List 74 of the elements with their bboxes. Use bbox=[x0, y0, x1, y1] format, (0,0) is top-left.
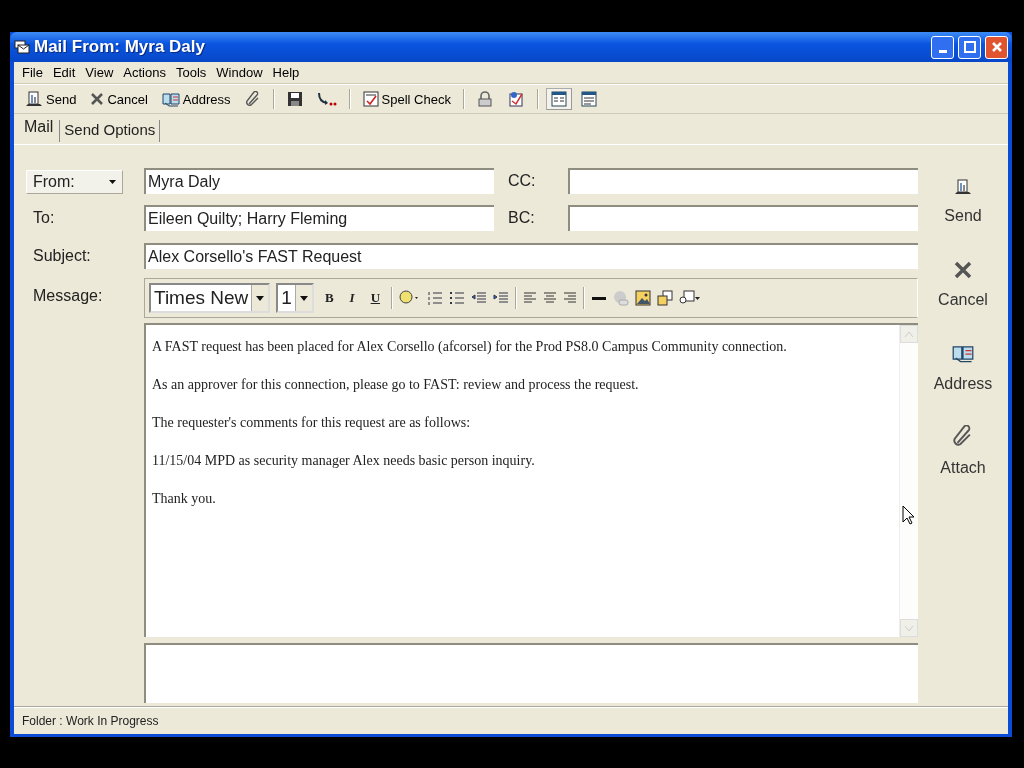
menu-item[interactable]: Window bbox=[211, 64, 268, 81]
message-paragraph: As an approver for this connection, please go to FAST: review and process the request. bbox=[152, 377, 640, 394]
align-right-icon[interactable] bbox=[563, 291, 577, 306]
close-icon bbox=[990, 41, 1003, 53]
menu-item[interactable]: File bbox=[17, 64, 48, 81]
align-left-icon[interactable] bbox=[523, 291, 537, 306]
action-button[interactable]: Send bbox=[940, 175, 986, 247]
message-paragraph: A FAST request has been placed for Alex Corsello (afcorsel) for the Prod PS8.0 Campus Community connection. bbox=[152, 339, 788, 356]
message-paragraph: 11/15/04 MPD as security manager Alex needs basic person inquiry. bbox=[152, 453, 536, 470]
field-label: CC: bbox=[508, 170, 537, 191]
action-button[interactable]: Address bbox=[929, 339, 997, 411]
message-editor[interactable] bbox=[144, 323, 918, 638]
emoticon-icon[interactable] bbox=[399, 290, 421, 307]
status-text: Folder : Work In Progress bbox=[22, 713, 159, 728]
tab[interactable]: Mail bbox=[18, 116, 60, 144]
subject-field[interactable]: Alex Corsello's FAST Request bbox=[144, 243, 918, 270]
menu-item[interactable]: Tools bbox=[170, 64, 212, 81]
document-view-icon bbox=[580, 91, 597, 107]
bc-field[interactable] bbox=[568, 205, 918, 232]
menu-item[interactable]: Help bbox=[267, 64, 305, 81]
align-center-icon[interactable] bbox=[543, 291, 557, 306]
mouse-cursor-icon bbox=[902, 505, 915, 525]
layered-images-icon[interactable] bbox=[657, 290, 673, 307]
spell-check-icon bbox=[362, 91, 379, 107]
from-field[interactable]: Myra Daly bbox=[144, 167, 494, 194]
certificate-icon bbox=[506, 91, 525, 107]
save-icon bbox=[286, 91, 303, 107]
field-label: Subject: bbox=[32, 246, 92, 267]
maximize-button[interactable] bbox=[958, 35, 981, 59]
arrow-dots-icon bbox=[316, 91, 337, 107]
maximize-icon bbox=[963, 41, 976, 53]
send-icon bbox=[954, 179, 972, 195]
toolbar-button[interactable]: Address bbox=[156, 88, 236, 110]
paperclip-icon bbox=[244, 91, 261, 107]
form-view-icon bbox=[550, 91, 567, 107]
minimize-button[interactable] bbox=[931, 35, 954, 59]
close-button[interactable] bbox=[985, 35, 1008, 59]
x-icon bbox=[90, 92, 105, 106]
padlock-icon bbox=[476, 91, 493, 107]
address-book-icon bbox=[161, 91, 180, 107]
bullet-list-icon[interactable] bbox=[449, 290, 465, 307]
format-button[interactable]: B bbox=[319, 290, 339, 307]
toolbar-button[interactable]: Send bbox=[20, 88, 82, 110]
toolbar-button[interactable]: Spell Check bbox=[357, 88, 456, 110]
format-button[interactable]: U bbox=[365, 290, 385, 307]
dropdown-arrow-icon bbox=[109, 179, 116, 184]
action-button[interactable]: Attach bbox=[936, 421, 990, 493]
menu-item[interactable]: View bbox=[80, 64, 119, 81]
menu-item[interactable]: Actions bbox=[118, 64, 171, 81]
font-combo[interactable]: Times New bbox=[149, 283, 271, 314]
image-icon[interactable] bbox=[635, 290, 651, 307]
message-paragraph: Thank you. bbox=[152, 491, 217, 508]
insert-object-icon[interactable] bbox=[679, 290, 701, 307]
numbered-list-icon[interactable] bbox=[427, 290, 443, 307]
to-field[interactable]: Eileen Quilty; Harry Fleming bbox=[144, 205, 494, 232]
field-label: BC: bbox=[508, 208, 536, 229]
size-combo[interactable]: 1 bbox=[276, 283, 314, 314]
x-icon bbox=[953, 261, 973, 279]
minimize-icon bbox=[938, 49, 947, 53]
toolbar-button[interactable]: Cancel bbox=[85, 88, 153, 110]
action-button[interactable]: Cancel bbox=[934, 257, 992, 329]
send-icon bbox=[25, 91, 43, 107]
field-label: To: bbox=[32, 208, 56, 229]
cc-field[interactable] bbox=[568, 167, 918, 194]
from-dropdown[interactable]: From: bbox=[26, 169, 123, 194]
menu-item[interactable]: Edit bbox=[47, 64, 81, 81]
field-label: Message: bbox=[32, 286, 104, 307]
mail-icon bbox=[14, 40, 30, 54]
message-paragraph: The requester's comments for this request are as follows: bbox=[152, 415, 472, 432]
window-title: Mail From: Myra Daly bbox=[34, 37, 206, 57]
toolbar-toggle[interactable] bbox=[545, 88, 572, 110]
address-book-icon bbox=[952, 343, 974, 363]
format-button[interactable]: I bbox=[344, 290, 360, 307]
tab[interactable]: Send Options bbox=[59, 120, 161, 142]
